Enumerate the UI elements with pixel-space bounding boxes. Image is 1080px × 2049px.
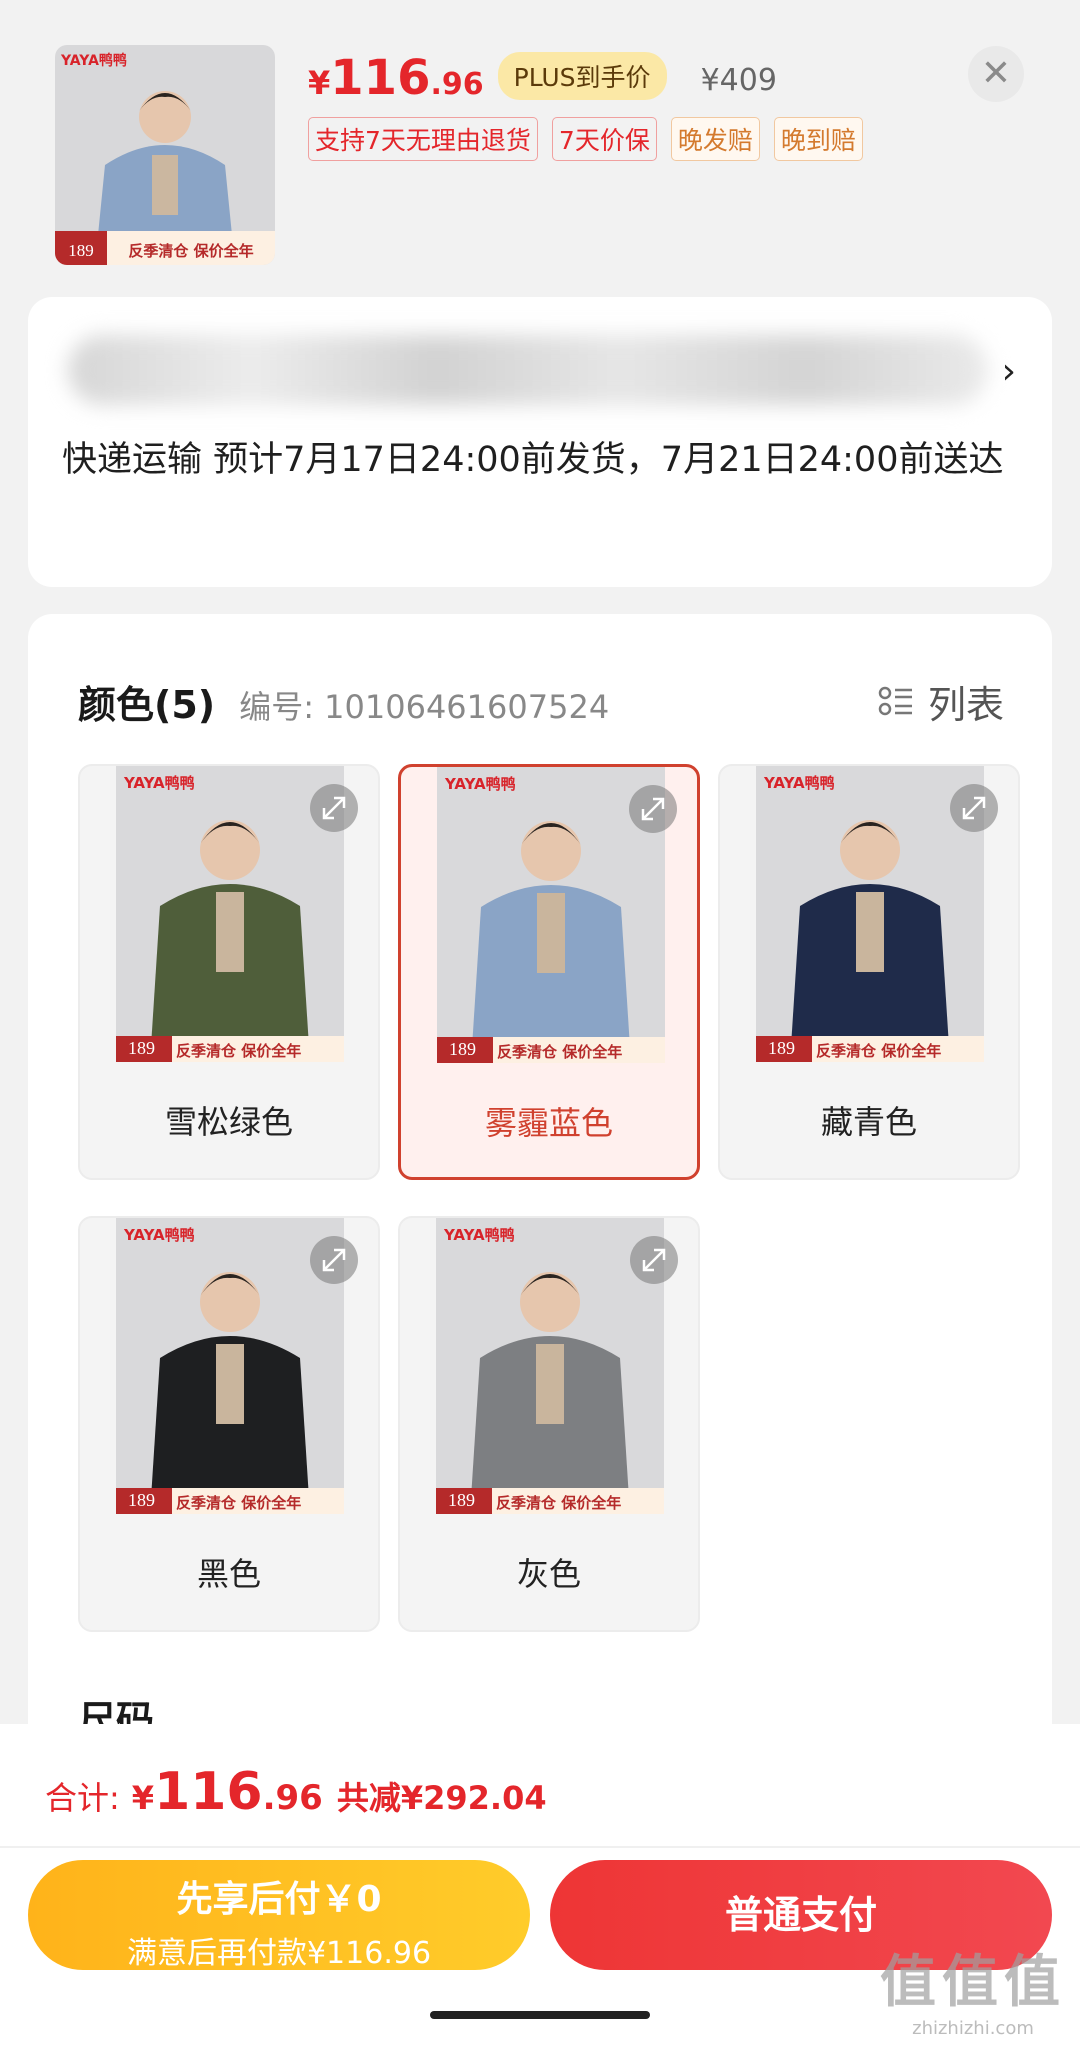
pay-later-button[interactable]: 先享后付￥0 满意后再付款¥116.96 bbox=[28, 1860, 530, 1971]
watermark: 值值值 zhizhizhi.com bbox=[880, 1937, 1066, 2039]
home-indicator[interactable] bbox=[430, 2011, 650, 2019]
product-header: 189 反季清仓 保价全年 YAYA鸭鸭 ¥116.96 PLUS到手价 ¥40… bbox=[0, 0, 1080, 300]
swatch-banner-text: 反季清仓 保价全年 bbox=[176, 1042, 302, 1060]
tag-price-protect: 7天价保 bbox=[551, 117, 657, 161]
color-title: 颜色(5) bbox=[78, 683, 216, 727]
color-swatch[interactable]: YAYA鸭鸭 189 反季清仓 保价全年雾霾蓝色 bbox=[398, 764, 700, 1180]
swatch-banner-price: 189 bbox=[128, 1038, 155, 1058]
swatch-banner-price: 189 bbox=[449, 1039, 476, 1059]
delivery-estimate: 快递运输 预计7月17日24:00前发货，7月21日24:00前送达 bbox=[62, 440, 1004, 480]
swatch-brand: YAYA鸭鸭 bbox=[445, 775, 516, 793]
watermark-url: zhizhizhi.com bbox=[912, 2018, 1034, 2039]
swatch-banner-price: 189 bbox=[768, 1038, 795, 1058]
total-discount: 共减¥292.04 bbox=[336, 1779, 547, 1817]
swatch-banner-price: 189 bbox=[128, 1490, 155, 1510]
color-swatch[interactable]: YAYA鸭鸭 189 反季清仓 保价全年雪松绿色 bbox=[78, 764, 380, 1180]
price-currency: ¥ bbox=[308, 64, 331, 102]
swatch-banner-price: 189 bbox=[448, 1490, 475, 1510]
color-swatch[interactable]: YAYA鸭鸭 189 反季清仓 保价全年藏青色 bbox=[718, 764, 1020, 1180]
total-integer: 116 bbox=[154, 1762, 263, 1822]
address-card[interactable]: › 快递运输 预计7月17日24:00前发货，7月21日24:00前送达 bbox=[28, 297, 1052, 587]
swatch-banner-text: 反季清仓 保价全年 bbox=[816, 1042, 942, 1060]
item-code: 编号: 10106461607524 bbox=[239, 688, 610, 726]
banner-price: 189 bbox=[68, 241, 94, 260]
address-blurred bbox=[68, 335, 988, 405]
swatch-brand: YAYA鸭鸭 bbox=[124, 1226, 195, 1244]
checkout-bar: 合计: ¥116.96 共减¥292.04 先享后付￥0 满意后再付款¥116.… bbox=[0, 1724, 1080, 2049]
tag-late-arrive: 晚到赔 bbox=[773, 117, 863, 161]
price-decimal: .96 bbox=[430, 67, 484, 102]
banner-text: 反季清仓 保价全年 bbox=[128, 242, 253, 260]
spec-card: 颜色(5) 编号: 10106461607524 列表 YAYA鸭鸭 189 反季清… bbox=[28, 614, 1052, 1774]
swatch-brand: YAYA鸭鸭 bbox=[764, 774, 835, 792]
swatch-label: 灰色 bbox=[516, 1555, 581, 1593]
list-view-toggle[interactable]: 列表 bbox=[878, 674, 1004, 729]
pay-later-title: 先享后付￥0 bbox=[176, 1879, 382, 1920]
pay-later-subtitle: 满意后再付款¥116.96 bbox=[126, 1936, 432, 1971]
close-icon: ✕ bbox=[980, 53, 1012, 94]
swatch-banner-text: 反季清仓 保价全年 bbox=[176, 1494, 302, 1512]
color-header: 颜色(5) 编号: 10106461607524 bbox=[78, 674, 609, 729]
plus-price-badge: PLUS到手价 bbox=[497, 52, 667, 100]
total-currency: ¥ bbox=[131, 1779, 155, 1817]
swatch-banner-text: 反季清仓 保价全年 bbox=[497, 1043, 623, 1061]
divider bbox=[0, 1846, 1080, 1848]
service-tags: 支持7天无理由退货 7天价保 晚发赔 晚到赔 bbox=[308, 117, 863, 161]
expand-icon[interactable] bbox=[310, 784, 358, 832]
total-price: 合计: ¥116.96 共减¥292.04 bbox=[45, 1762, 547, 1822]
original-price: ¥409 bbox=[700, 63, 777, 98]
swatch-brand: YAYA鸭鸭 bbox=[124, 774, 195, 792]
color-swatch[interactable]: YAYA鸭鸭 189 反季清仓 保价全年灰色 bbox=[398, 1216, 700, 1632]
swatch-banner-text: 反季清仓 保价全年 bbox=[496, 1494, 622, 1512]
expand-icon[interactable] bbox=[950, 784, 998, 832]
swatch-label: 黑色 bbox=[196, 1555, 261, 1593]
brand-logo: YAYA鸭鸭 bbox=[60, 52, 127, 69]
tag-late-ship: 晚发赔 bbox=[670, 117, 760, 161]
tag-return: 支持7天无理由退货 bbox=[308, 117, 538, 161]
price-row: ¥116.96 PLUS到手价 ¥409 bbox=[308, 50, 777, 108]
list-icon bbox=[878, 684, 914, 720]
chevron-right-icon[interactable]: › bbox=[1002, 351, 1016, 392]
total-label: 合计: bbox=[45, 1779, 120, 1817]
swatch-label: 雾霾蓝色 bbox=[484, 1104, 613, 1142]
watermark-logo: 值值值 bbox=[880, 1950, 1066, 2015]
expand-icon[interactable] bbox=[630, 1236, 678, 1284]
price-integer: 116 bbox=[330, 50, 431, 106]
total-decimal: .96 bbox=[262, 1778, 323, 1818]
list-label: 列表 bbox=[927, 683, 1004, 727]
close-button[interactable]: ✕ bbox=[968, 46, 1024, 102]
expand-icon[interactable] bbox=[629, 785, 677, 833]
swatch-label: 藏青色 bbox=[820, 1103, 917, 1141]
expand-icon[interactable] bbox=[310, 1236, 358, 1284]
swatch-brand: YAYA鸭鸭 bbox=[444, 1226, 515, 1244]
current-price: ¥116.96 bbox=[308, 50, 484, 106]
color-swatch[interactable]: YAYA鸭鸭 189 反季清仓 保价全年黑色 bbox=[78, 1216, 380, 1632]
swatch-label: 雪松绿色 bbox=[164, 1103, 293, 1141]
product-thumbnail[interactable]: 189 反季清仓 保价全年 YAYA鸭鸭 bbox=[55, 45, 275, 265]
